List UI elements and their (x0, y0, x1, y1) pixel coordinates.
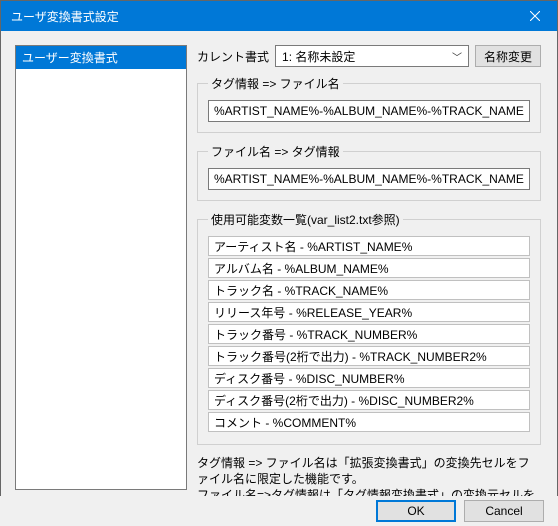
current-format-select[interactable]: 1: 名称未設定 ﹀ (275, 45, 469, 67)
variable-item[interactable]: トラック番号 - %TRACK_NUMBER% (208, 324, 530, 344)
variable-item[interactable]: トラック番号(2桁で出力) - %TRACK_NUMBER2% (208, 346, 530, 366)
main-panel: カレント書式 1: 名称未設定 ﹀ 名称変更 タグ情報 => ファイル名 ファイ… (197, 45, 541, 520)
ok-button[interactable]: OK (376, 500, 456, 522)
chevron-down-icon: ﹀ (452, 49, 462, 64)
variable-item[interactable]: コメント - %COMMENT% (208, 412, 530, 432)
content-area: ユーザー変換書式 カレント書式 1: 名称未設定 ﹀ 名称変更 タグ情報 => … (1, 31, 557, 497)
sidebar-item-user-format[interactable]: ユーザー変換書式 (16, 46, 186, 69)
format-list[interactable]: ユーザー変換書式 (15, 45, 187, 490)
tag-to-file-group: タグ情報 => ファイル名 (197, 75, 541, 133)
close-icon (530, 11, 540, 21)
variable-item[interactable]: アーティスト名 - %ARTIST_NAME% (208, 236, 530, 256)
tag-to-file-input[interactable] (208, 100, 530, 122)
variable-item[interactable]: ディスク番号(2桁で出力) - %DISC_NUMBER2% (208, 390, 530, 410)
variable-item[interactable]: トラック名 - %TRACK_NAME% (208, 280, 530, 300)
dialog-footer: OK Cancel (0, 496, 558, 526)
current-format-row: カレント書式 1: 名称未設定 ﹀ 名称変更 (197, 45, 541, 67)
current-format-label: カレント書式 (197, 48, 269, 65)
current-format-value: 1: 名称未設定 (282, 48, 355, 65)
variable-item[interactable]: アルバム名 - %ALBUM_NAME% (208, 258, 530, 278)
variable-item[interactable]: ディスク番号 - %DISC_NUMBER% (208, 368, 530, 388)
variable-item[interactable]: リリース年号 - %RELEASE_YEAR% (208, 302, 530, 322)
tag-to-file-legend: タグ情報 => ファイル名 (208, 75, 343, 92)
window-title: ユーザ変換書式設定 (11, 8, 119, 25)
file-to-tag-legend: ファイル名 => タグ情報 (208, 143, 343, 160)
close-button[interactable] (512, 1, 557, 31)
help-note-line1: タグ情報 => ファイル名は「拡張変換書式」の変換先セルをファイル名に限定した機… (197, 455, 541, 487)
rename-button[interactable]: 名称変更 (475, 45, 541, 67)
file-to-tag-group: ファイル名 => タグ情報 (197, 143, 541, 201)
title-bar: ユーザ変換書式設定 (1, 1, 557, 31)
file-to-tag-input[interactable] (208, 168, 530, 190)
variable-list-group: 使用可能変数一覧(var_list2.txt参照) アーティスト名 - %ART… (197, 211, 541, 445)
sidebar-item-label: ユーザー変換書式 (22, 51, 118, 65)
variable-list-legend: 使用可能変数一覧(var_list2.txt参照) (208, 211, 403, 228)
cancel-button[interactable]: Cancel (464, 500, 544, 522)
